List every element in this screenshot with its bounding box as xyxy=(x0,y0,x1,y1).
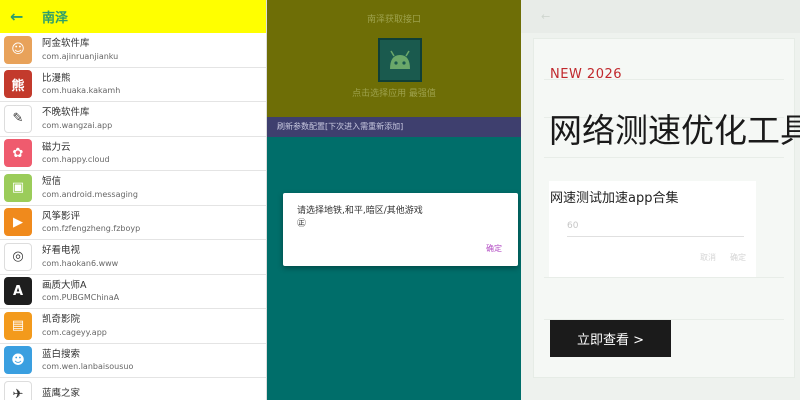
list-item-text: 蓝白搜索 com.wen.lanbaisousuo xyxy=(42,349,133,372)
app-package: com.android.messaging xyxy=(42,189,138,199)
app-package: com.PUBGMChinaA xyxy=(42,293,120,303)
bear-icon: 熊 xyxy=(4,70,32,99)
app-name: 阿金软件库 xyxy=(42,38,90,50)
app-package: com.ajinruanjianku xyxy=(42,51,119,61)
chat-icon: ✎ xyxy=(4,104,32,133)
ad-headline: 网络测速优化工具 xyxy=(549,111,800,150)
list-item-text: 阿金软件库 com.ajinruanjianku xyxy=(42,38,118,61)
config-title: 南泽获取接口 xyxy=(366,15,421,25)
app-name: 短信 xyxy=(42,176,62,188)
dialog-ok-button[interactable]: 确定 xyxy=(486,243,502,254)
list-item-text: 风筝影评 com.fzfengzheng.fzboyp xyxy=(42,211,140,234)
app-package: com.happy.cloud xyxy=(42,155,110,165)
list-item-text: 凯奇影院 com.cageyy.app xyxy=(42,314,107,337)
view-now-button[interactable]: 立即查看 > xyxy=(550,320,671,357)
app-package: com.wangzai.app xyxy=(42,120,113,130)
list-item[interactable]: ▣ 短信 com.android.messaging xyxy=(0,171,266,206)
app-list-screen: ← 南泽 ☺ 阿金软件库 com.ajinruanjianku 熊比漫熊 com.hua… xyxy=(0,0,267,400)
app-package: com.haokan6.www xyxy=(42,258,119,268)
ad-card-confirm-button: 确定 xyxy=(730,253,746,262)
bird-icon: ✈ xyxy=(4,380,32,400)
list-item[interactable]: ✈ 蓝鹰之家 xyxy=(0,378,266,400)
ad-card-field: 60 xyxy=(567,221,579,231)
letter-a-icon: A xyxy=(4,277,32,306)
background-back-icon: ← xyxy=(541,10,551,23)
list-item-text: 不晚软件库 com.wangzai.app xyxy=(42,107,112,130)
list-item-text: 比漫熊 com.huaka.kakamh xyxy=(42,73,120,96)
app-list: ☺ 阿金软件库 com.ajinruanjianku 熊比漫熊 com.huaka.ka… xyxy=(0,33,266,400)
list-item[interactable]: ☻ 蓝白搜索 com.wen.lanbaisousuo xyxy=(0,344,266,378)
list-item[interactable]: ▶ 风筝影评 com.fzfengzheng.fzboyp xyxy=(0,206,266,240)
list-item[interactable]: ✿ 磁力云 com.happy.cloud xyxy=(0,137,266,171)
app-name: 画质大师A xyxy=(42,279,87,291)
app-name: 磁力云 xyxy=(42,141,71,153)
arrow-left-icon[interactable]: ← xyxy=(10,7,32,26)
select-game-dialog: 请选择地铁,和平,暗区/其他游戏 ㊣ 确定 xyxy=(283,193,518,266)
list-item-text: 磁力云 com.happy.cloud xyxy=(42,142,110,165)
app-bar: ← 南泽 xyxy=(0,0,266,33)
ring-icon: ◎ xyxy=(4,242,32,271)
flower-icon: ✿ xyxy=(4,139,32,168)
ad-card-title: 网速测试加速app合集 xyxy=(550,191,679,206)
app-package: com.wen.lanbaisousuo xyxy=(42,362,134,372)
list-item[interactable]: ◎ 好看电视 com.haokan6.www xyxy=(0,240,266,275)
film-icon: ▤ xyxy=(4,311,32,340)
app-package: com.huaka.kakamh xyxy=(42,86,121,96)
background-app-bar xyxy=(521,0,800,33)
list-item[interactable]: ☺ 阿金软件库 com.ajinruanjianku xyxy=(0,33,266,68)
app-name: 风筝影评 xyxy=(42,210,81,222)
app-name: 蓝白搜索 xyxy=(42,348,81,360)
config-header: 南泽获取接口 点击选择应用 最强值 xyxy=(267,0,521,117)
ad-card-cancel-button: 取消 xyxy=(700,253,716,262)
config-screen: 南泽获取接口 点击选择应用 最强值 刷新参数配置[下次进入需重新添加] 请选择地… xyxy=(267,0,521,400)
ad-tag: NEW 2026 xyxy=(550,67,623,82)
app-bar-title: 南泽 xyxy=(42,11,69,26)
app-name: 好看电视 xyxy=(42,245,81,257)
android-icon: ▣ xyxy=(4,173,32,202)
list-item[interactable]: 熊比漫熊 com.huaka.kakamh xyxy=(0,68,266,102)
ad-card[interactable]: 网速测试加速app合集 60 取消 确定 xyxy=(549,181,756,277)
list-item-text: 好看电视 com.haokan6.www xyxy=(42,245,118,268)
list-item[interactable]: ▤ 凯奇影院 com.cageyy.app xyxy=(0,309,266,344)
android-icon[interactable] xyxy=(378,38,422,82)
app-package: com.cageyy.app xyxy=(42,327,107,337)
list-item[interactable]: ✎ 不晚软件库 com.wangzai.app xyxy=(0,102,266,137)
list-item[interactable]: A 画质大师A com.PUBGMChinaA xyxy=(0,275,266,309)
app-name: 凯奇影院 xyxy=(42,314,81,326)
avatar-icon: ☺ xyxy=(4,35,32,64)
list-item-text: 短信 com.android.messaging xyxy=(42,176,138,199)
ad-overlay-screen: ← NEW 2026 网络测速优化工具 网速测试加速app合集 60 取消 确定… xyxy=(521,0,800,400)
list-item-text: 画质大师A com.PUBGMChinaA xyxy=(42,280,119,303)
pick-app-label[interactable]: 点击选择应用 最强值 xyxy=(267,86,521,99)
ad-card-field-underline xyxy=(567,236,744,237)
list-item-text: 蓝鹰之家 xyxy=(42,388,80,400)
app-name: 不晚软件库 xyxy=(42,107,90,119)
app-package: com.fzfengzheng.fzboyp xyxy=(42,224,141,234)
app-name: 比漫熊 xyxy=(42,72,71,84)
refresh-config-band[interactable]: 刷新参数配置[下次进入需重新添加] xyxy=(267,117,521,137)
app-name: 蓝鹰之家 xyxy=(42,388,81,400)
play-icon: ▶ xyxy=(4,208,32,237)
doraemon-icon: ☻ xyxy=(4,346,32,375)
dialog-message: 请选择地铁,和平,暗区/其他游戏 ㊣ xyxy=(297,206,423,229)
